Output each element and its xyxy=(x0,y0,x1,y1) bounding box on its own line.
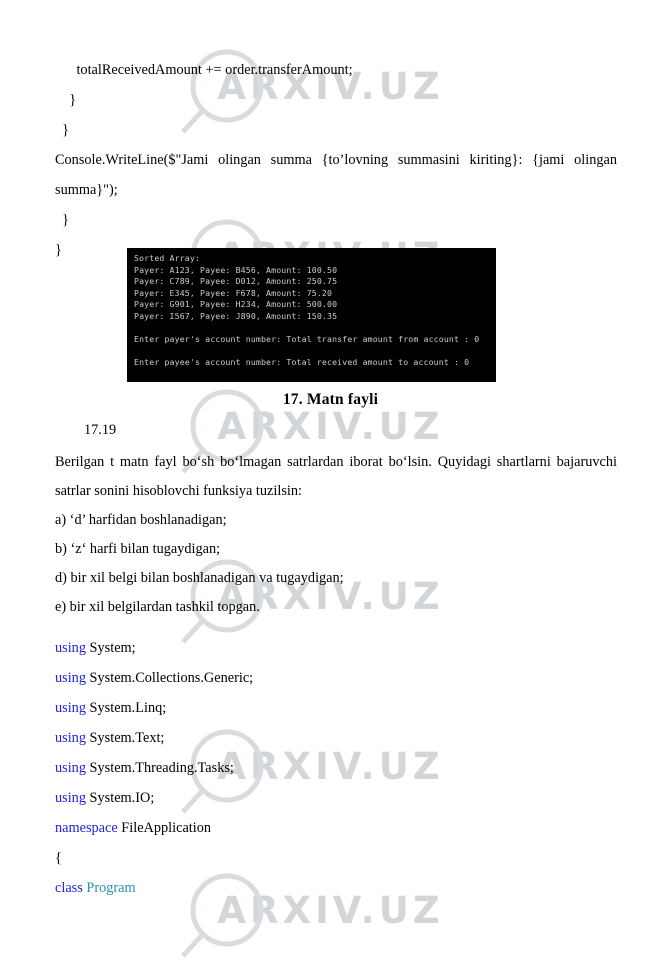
task-description-block: Berilgan t matn fayl bo‘sh bo‘lmagan sat… xyxy=(55,448,617,622)
keyword-token: using xyxy=(55,640,86,656)
keyword-token: namespace xyxy=(55,820,118,836)
code-token: System.Text; xyxy=(85,730,165,746)
code-line-using-linq: using System.Linq; xyxy=(55,693,617,723)
section-heading: 17. Matn fayli xyxy=(282,391,379,408)
code-line: } xyxy=(55,212,70,228)
terminal-line-row: Payer: C789, Payee: D012, Amount: 250.75 xyxy=(134,276,338,287)
console-output-screenshot: Sorted Array: Payer: A123, Payee: B456, … xyxy=(127,248,496,382)
code-line: } xyxy=(55,92,77,108)
terminal-screen: Sorted Array: Payer: A123, Payee: B456, … xyxy=(127,248,496,369)
csharp-code-listing: using System; using System.Collections.G… xyxy=(55,633,617,903)
keyword-token: using xyxy=(55,730,86,746)
document-page: totalReceivedAmount += order.transferAmo… xyxy=(0,0,661,935)
code-line-using-system: using System; xyxy=(55,633,617,663)
task-item-d: d) bir xil belgi bilan boshlanadigan va … xyxy=(55,570,344,586)
code-token: { xyxy=(55,850,62,866)
type-token: Program xyxy=(86,880,136,896)
keyword-token: using xyxy=(55,790,86,806)
code-line-class-program: class Program xyxy=(55,873,617,903)
code-token: System.IO; xyxy=(85,790,155,806)
code-token: FileApplication xyxy=(117,820,212,836)
keyword-token: using xyxy=(55,670,86,686)
code-token: System.Linq; xyxy=(85,700,167,716)
code-line-using-text: using System.Text; xyxy=(55,723,617,753)
terminal-line-prompt-payer: Enter payer's account number: Total tran… xyxy=(134,334,480,345)
code-line-using-tasks: using System.Threading.Tasks; xyxy=(55,753,617,783)
code-line-writeline: Console.WriteLine($"Jami olingan summa {… xyxy=(55,152,617,198)
task-paragraph: Berilgan t matn fayl bo‘sh bo‘lmagan sat… xyxy=(55,454,617,499)
keyword-token: using xyxy=(55,760,86,776)
code-token: System; xyxy=(85,640,136,656)
terminal-line-row: Payer: I567, Payee: J890, Amount: 150.35 xyxy=(134,310,338,321)
code-token: System.Threading.Tasks; xyxy=(85,760,234,776)
code-line-using-io: using System.IO; xyxy=(55,783,617,813)
task-item-a: a) ‘d’ harfidan boshlanadigan; xyxy=(55,512,227,528)
terminal-line-row: Payer: E345, Payee: F678, Amount: 75.20 xyxy=(134,287,333,298)
task-item-b: b) ‘z‘ harfi bilan tugaydigan; xyxy=(55,541,221,557)
code-line-using-collections: using System.Collections.Generic; xyxy=(55,663,617,693)
keyword-token: class xyxy=(55,880,83,896)
code-line-namespace: namespace FileApplication xyxy=(55,813,617,843)
task-item-e: e) bir xil belgilardan tashkil topgan. xyxy=(55,599,260,615)
terminal-line-row: Payer: G901, Payee: H234, Amount: 500.00 xyxy=(134,299,338,310)
terminal-line-row: Payer: A123, Payee: B456, Amount: 100.50 xyxy=(134,264,338,275)
code-line: totalReceivedAmount += order.transferAmo… xyxy=(55,62,353,78)
top-code-fragment: totalReceivedAmount += order.transferAmo… xyxy=(55,55,617,265)
terminal-line-prompt-payee: Enter payee's account number: Total rece… xyxy=(134,357,470,368)
terminal-line-header: Sorted Array: xyxy=(134,253,201,263)
code-token: System.Collections.Generic; xyxy=(85,670,254,686)
keyword-token: using xyxy=(55,700,86,716)
task-number: 17.19 xyxy=(84,422,117,438)
code-line: } xyxy=(55,122,70,138)
code-line-open-brace: { xyxy=(55,843,617,873)
